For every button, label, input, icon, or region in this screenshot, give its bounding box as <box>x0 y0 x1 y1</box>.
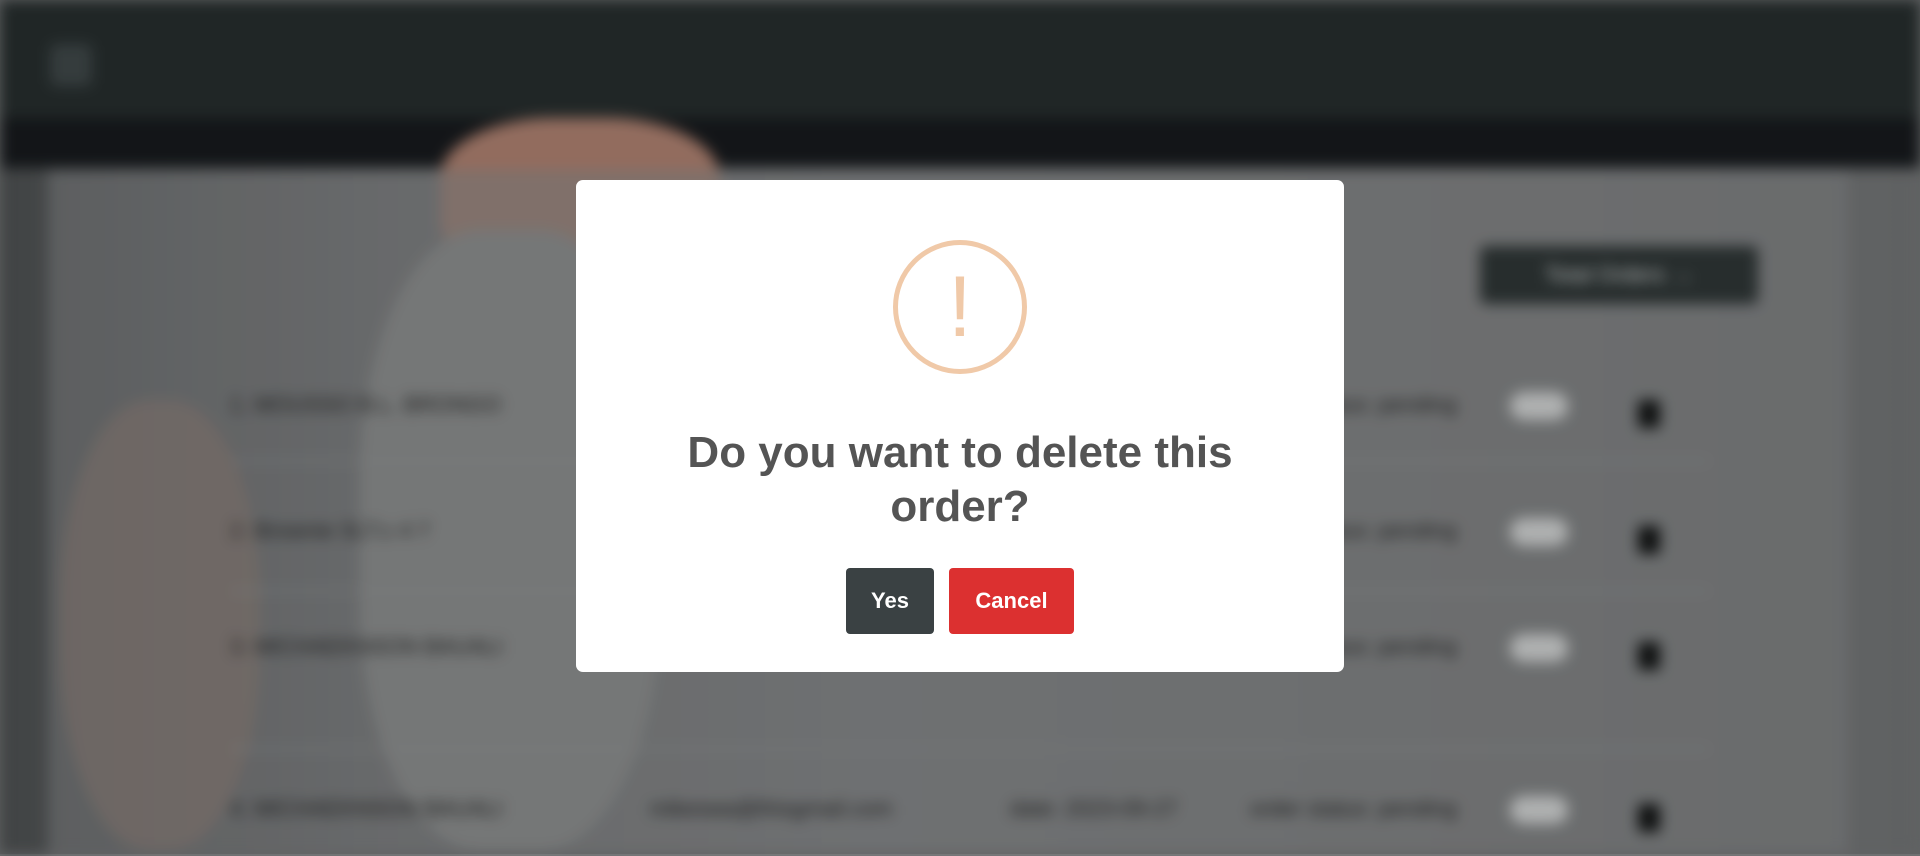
warning-exclamation-icon: ! <box>893 240 1027 374</box>
dialog-title: Do you want to delete this order? <box>687 428 1233 531</box>
cancel-button[interactable]: Cancel <box>949 568 1074 634</box>
delete-order-dialog: ! Do you want to delete this order? Yes … <box>576 180 1344 672</box>
yes-button[interactable]: Yes <box>846 568 934 634</box>
